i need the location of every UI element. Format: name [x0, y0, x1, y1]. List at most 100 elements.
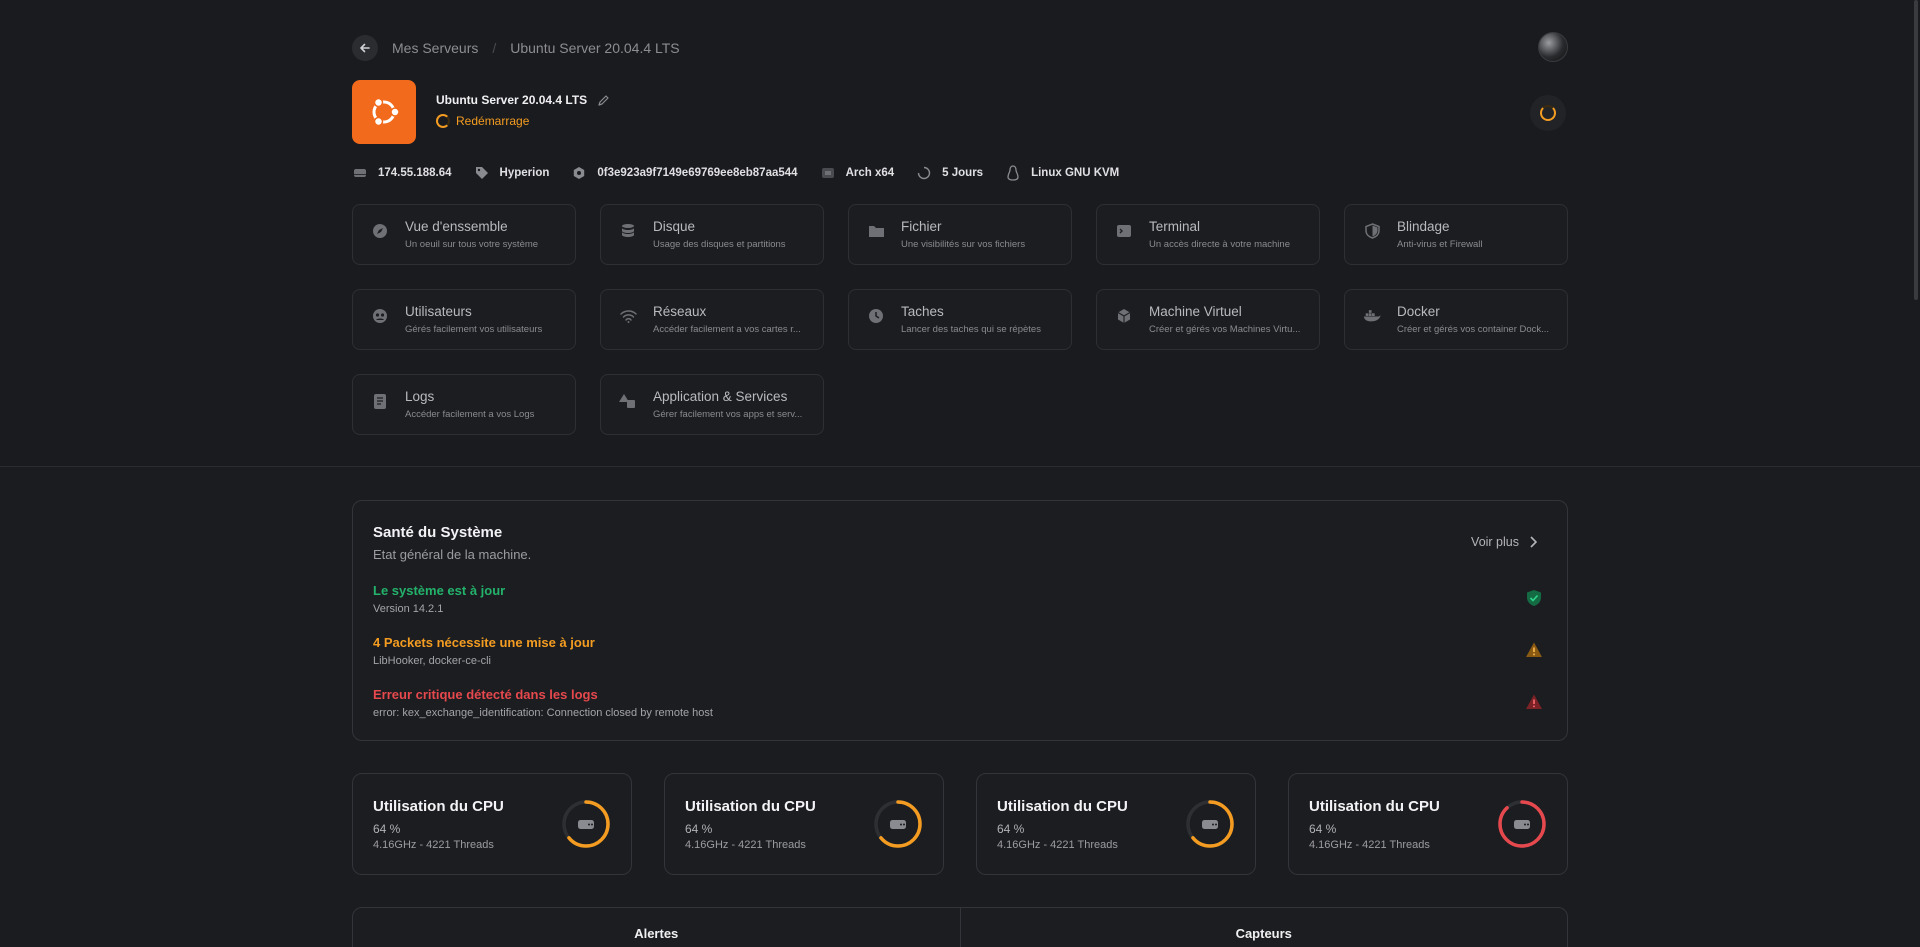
nav-card-subtitle: Créer et gérés vos Machines Virtu...	[1149, 324, 1301, 335]
health-item: Le système est à jour Version 14.2.1	[373, 583, 1543, 615]
nav-card-subtitle: Lancer des taches qui se répètes	[901, 324, 1041, 335]
cpu-usage-card: Utilisation du CPU 64 % 4.16GHz - 4221 T…	[664, 773, 944, 875]
users-icon	[371, 307, 389, 325]
drive-icon	[1514, 820, 1530, 829]
shapes-icon	[619, 392, 637, 410]
avatar[interactable]	[1538, 32, 1568, 62]
health-subtitle: Etat général de la machine.	[373, 547, 532, 562]
meta-ip-value: 174.55.188.64	[378, 167, 452, 179]
health-item-detail: error: kex_exchange_identification: Conn…	[373, 707, 713, 719]
meta-os: Linux GNU KVM	[1005, 165, 1119, 181]
drive-icon	[1202, 820, 1218, 829]
nav-card-vm[interactable]: Machine Virtuel Créer et gérés vos Machi…	[1096, 289, 1320, 350]
cpu-card-detail: 4.16GHz - 4221 Threads	[373, 839, 494, 851]
see-more-link[interactable]: Voir plus	[1471, 535, 1537, 549]
back-button[interactable]	[352, 35, 378, 61]
meta-arch-value: Arch x64	[845, 167, 895, 179]
cube-icon	[1115, 307, 1133, 325]
cpu-card-detail: 4.16GHz - 4221 Threads	[997, 839, 1118, 851]
nav-card-subtitle: Un oeuil sur tous votre système	[405, 239, 539, 250]
cpu-card-value: 64 %	[373, 822, 401, 836]
server-status: Redémarrage	[436, 114, 529, 128]
cpu-usage-card: Utilisation du CPU 64 % 4.16GHz - 4221 T…	[352, 773, 632, 875]
drive-icon	[890, 820, 906, 829]
meta-uptime: 5 Jours	[916, 165, 983, 181]
nav-card-title: Terminal	[1149, 219, 1201, 234]
meta-id-value: 0f3e923a9f7149e69769ee8eb87aa544	[597, 167, 798, 179]
database-icon	[619, 222, 637, 240]
warning-icon	[1526, 642, 1542, 657]
tab-sensors[interactable]: Capteurs	[959, 908, 1568, 947]
nav-card-title: Blindage	[1397, 219, 1450, 234]
nav-card-terminal[interactable]: Terminal Un accès directe à votre machin…	[1096, 204, 1320, 265]
nav-card-docker[interactable]: Docker Créer et gérés vos container Dock…	[1344, 289, 1568, 350]
nav-card-title: Réseaux	[653, 304, 707, 319]
nav-card-users[interactable]: Utilisateurs Gérés facilement vos utilis…	[352, 289, 576, 350]
see-more-label: Voir plus	[1471, 535, 1519, 549]
server-action-button[interactable]	[1530, 95, 1566, 131]
nav-card-title: Utilisateurs	[405, 304, 472, 319]
meta-hostname: Hyperion	[474, 165, 550, 181]
system-health-card: Santé du Système Etat général de la mach…	[352, 500, 1568, 741]
nav-card-disk[interactable]: Disque Usage des disques et partitions	[600, 204, 824, 265]
nav-card-logs[interactable]: Logs Accéder facilement a vos Logs	[352, 374, 576, 435]
folder-icon	[867, 222, 885, 240]
scrollbar-thumb[interactable]	[1914, 0, 1918, 300]
nav-card-title: Disque	[653, 219, 696, 234]
cpu-card-title: Utilisation du CPU	[685, 798, 816, 815]
bottom-tabs: Alertes Capteurs	[352, 907, 1568, 947]
cpu-usage-ring	[1498, 800, 1546, 848]
shield-icon	[1363, 222, 1381, 240]
nav-card-overview[interactable]: Vue d'enssemble Un oeuil sur tous votre …	[352, 204, 576, 265]
cpu-usage-ring	[874, 800, 922, 848]
compass-icon	[371, 222, 389, 240]
meta-ip: 174.55.188.64	[352, 165, 452, 181]
server-name-text: Ubuntu Server 20.04.4 LTS	[436, 93, 588, 107]
nav-card-title: Application & Services	[653, 389, 788, 404]
cpu-card-detail: 4.16GHz - 4221 Threads	[1309, 839, 1430, 851]
nav-card-tasks[interactable]: Taches Lancer des taches qui se répètes	[848, 289, 1072, 350]
health-item-title: Erreur critique détecté dans les logs	[373, 687, 598, 702]
wifi-icon	[619, 307, 637, 325]
health-item-detail: LibHooker, docker-ce-cli	[373, 655, 491, 667]
edit-pencil-icon[interactable]	[597, 94, 610, 107]
cpu-usage-card: Utilisation du CPU 64 % 4.16GHz - 4221 T…	[976, 773, 1256, 875]
hexagon-icon	[571, 165, 587, 181]
linux-icon	[1005, 165, 1021, 181]
health-item: Erreur critique détecté dans les logs er…	[373, 687, 1543, 719]
nav-card-network[interactable]: Réseaux Accéder facilement a vos cartes …	[600, 289, 824, 350]
nav-card-subtitle: Créer et gérés vos container Dock...	[1397, 324, 1550, 335]
nav-card-subtitle: Gérer facilement vos apps et serv...	[653, 409, 803, 420]
breadcrumb-current: Ubuntu Server 20.04.4 LTS	[510, 40, 680, 56]
nav-card-shield[interactable]: Blindage Anti-virus et Firewall	[1344, 204, 1568, 265]
breadcrumb-parent[interactable]: Mes Serveurs	[392, 40, 478, 56]
nav-card-apps[interactable]: Application & Services Gérer facilement …	[600, 374, 824, 435]
server-name: Ubuntu Server 20.04.4 LTS	[436, 93, 610, 107]
tab-alerts[interactable]: Alertes	[353, 908, 960, 947]
cpu-usage-ring	[1186, 800, 1234, 848]
nav-card-title: Docker	[1397, 304, 1440, 319]
cpu-card-title: Utilisation du CPU	[1309, 798, 1440, 815]
nav-card-subtitle: Anti-virus et Firewall	[1397, 239, 1483, 250]
loading-spinner-icon	[1540, 105, 1556, 121]
error-icon	[1526, 694, 1542, 709]
nav-card-subtitle: Gérés facilement vos utilisateurs	[405, 324, 543, 335]
meta-uptime-value: 5 Jours	[942, 167, 984, 179]
document-icon	[371, 392, 389, 410]
docker-icon	[1363, 307, 1381, 325]
health-item-title: Le système est à jour	[373, 583, 506, 598]
nav-card-title: Logs	[405, 389, 435, 404]
server-icon	[352, 165, 368, 181]
health-item: 4 Packets nécessite une mise à jour LibH…	[373, 635, 1543, 667]
server-meta-row: 174.55.188.64 Hyperion 0f3e923a9f7149e69…	[352, 164, 1141, 182]
cpu-card-value: 64 %	[1309, 822, 1337, 836]
meta-hostname-value: Hyperion	[499, 167, 550, 179]
cpu-usage-ring	[562, 800, 610, 848]
breadcrumb: Mes Serveurs / Ubuntu Server 20.04.4 LTS	[352, 35, 1568, 61]
chevron-right-icon	[1530, 536, 1537, 548]
nav-card-files[interactable]: Fichier Une visibilités sur vos fichiers	[848, 204, 1072, 265]
nav-card-subtitle: Usage des disques et partitions	[653, 239, 786, 250]
nav-card-title: Vue d'enssemble	[405, 219, 508, 234]
nav-card-subtitle: Un accès directe à votre machine	[1149, 239, 1290, 250]
clock-icon	[867, 307, 885, 325]
